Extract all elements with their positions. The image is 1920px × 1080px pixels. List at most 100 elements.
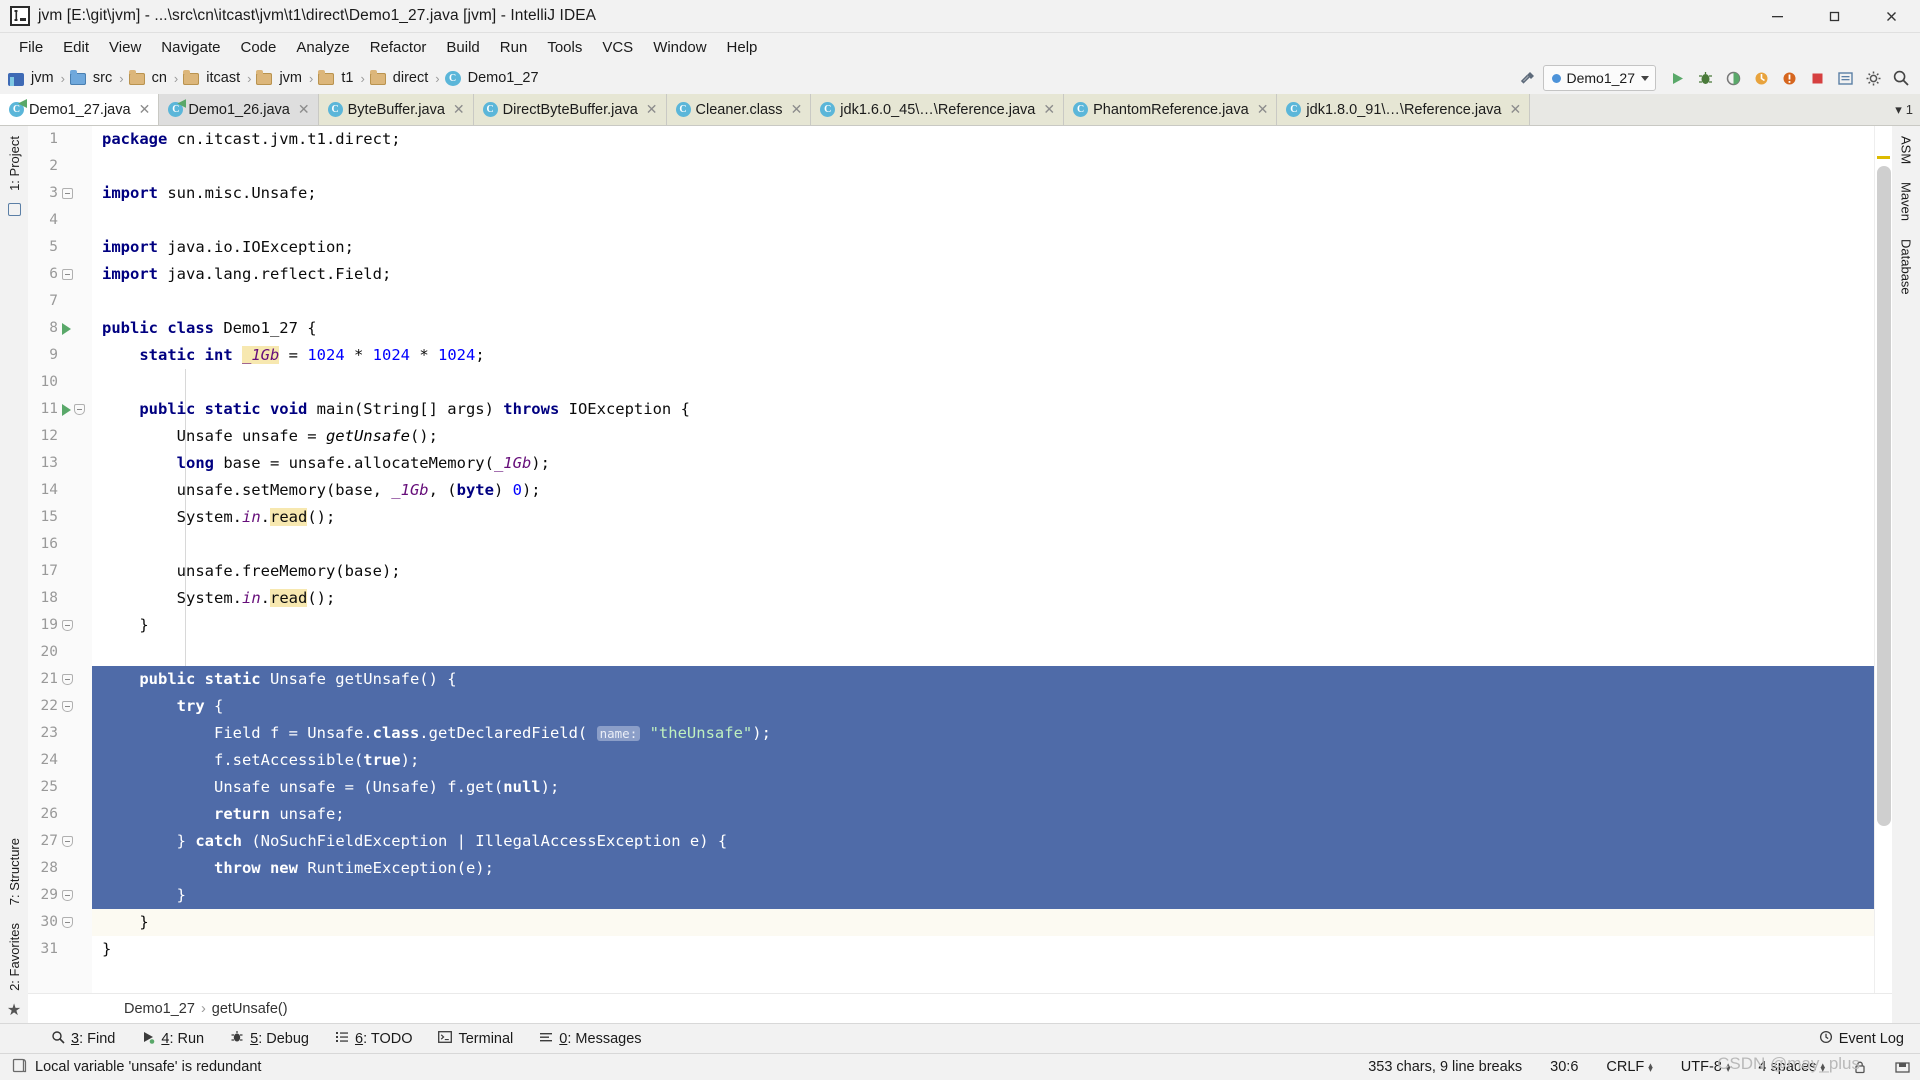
editor-tab-demo1-27[interactable]: C Demo1_27.java ✕ (0, 94, 160, 125)
status-lock-icon[interactable] (1843, 1060, 1877, 1074)
fold-icon[interactable] (62, 701, 73, 712)
breadcrumb-item-jvm[interactable]: jvm (8, 70, 56, 86)
menu-code[interactable]: Code (230, 36, 286, 59)
run-class-icon[interactable] (62, 322, 71, 335)
debug-button[interactable] (1692, 65, 1718, 91)
breadcrumb-class[interactable]: Demo1_27 (124, 1001, 195, 1017)
sidebar-item-structure[interactable]: 7: Structure (4, 832, 25, 911)
code-text-area[interactable]: package cn.itcast.jvm.t1.direct; import … (92, 126, 1874, 993)
breadcrumb-item-src[interactable]: src (69, 70, 114, 86)
menu-refactor[interactable]: Refactor (360, 36, 437, 59)
menu-help[interactable]: Help (717, 36, 768, 59)
run-button[interactable] (1664, 65, 1690, 91)
close-icon[interactable]: ✕ (1043, 101, 1055, 118)
tool-button-debug[interactable]: 5: Debug (217, 1027, 322, 1051)
gutter-row (60, 936, 90, 963)
breadcrumb-label: jvm (31, 70, 54, 86)
sidebar-item-project[interactable]: 1: Project (4, 130, 25, 197)
structure-square-icon[interactable] (7, 202, 21, 216)
editor-tab-cleaner[interactable]: C Cleaner.class ✕ (666, 94, 812, 125)
status-encoding[interactable]: UTF-8 ▴ ▾ (1671, 1059, 1741, 1075)
breadcrumb-item-direct[interactable]: direct (369, 70, 430, 86)
updown-arrow-icon: ▴ ▾ (1725, 1060, 1731, 1074)
editor-tab-reference-jdk18[interactable]: C jdk1.8.0_91\…\Reference.java ✕ (1277, 94, 1531, 125)
sidebar-item-maven[interactable]: Maven (1896, 176, 1917, 227)
status-caret-position[interactable]: 30:6 (1540, 1059, 1588, 1075)
menu-analyze[interactable]: Analyze (286, 36, 359, 59)
settings-gear-icon[interactable] (1860, 65, 1886, 91)
menu-file[interactable]: File (9, 36, 53, 59)
java-file-icon: C (9, 102, 24, 117)
editor-tab-reference-jdk16[interactable]: C jdk1.6.0_45\…\Reference.java ✕ (811, 94, 1065, 125)
event-log-button[interactable]: Event Log (1819, 1030, 1920, 1048)
editor-tab-directbytebuffer[interactable]: C DirectByteBuffer.java ✕ (473, 94, 667, 125)
breadcrumb-item-t1[interactable]: t1 (318, 70, 355, 86)
fold-icon[interactable] (62, 890, 73, 901)
breadcrumb-method[interactable]: getUnsafe() (212, 1001, 288, 1017)
editor-gutter[interactable]: 1 2 3 4 5 6 7 8 9 10 11 12 13 14 15 16 1… (28, 126, 92, 993)
fold-icon[interactable] (62, 836, 73, 847)
menu-tools[interactable]: Tools (537, 36, 592, 59)
close-button[interactable] (1863, 0, 1920, 33)
close-icon[interactable]: ✕ (791, 101, 803, 118)
minimize-button[interactable] (1749, 0, 1806, 33)
menu-run[interactable]: Run (490, 36, 538, 59)
breadcrumb-item-cn[interactable]: cn (128, 70, 169, 86)
run-configuration-selector[interactable]: Demo1_27 (1542, 65, 1656, 91)
close-icon[interactable]: ✕ (298, 101, 310, 118)
tool-button-terminal[interactable]: Terminal (425, 1027, 526, 1051)
fold-icon[interactable] (74, 404, 85, 415)
maximize-button[interactable] (1806, 0, 1863, 33)
status-vcs-icon[interactable] (1885, 1060, 1920, 1074)
breadcrumb-item-itcast[interactable]: itcast (183, 70, 242, 86)
sidebar-item-favorites[interactable]: 2: Favorites (4, 917, 25, 997)
profile-button[interactable] (1748, 65, 1774, 91)
menu-vcs[interactable]: VCS (592, 36, 643, 59)
sidebar-item-asm[interactable]: ASM (1896, 130, 1917, 170)
close-icon[interactable]: ✕ (139, 101, 151, 118)
editor-tab-phantomreference[interactable]: C PhantomReference.java ✕ (1064, 94, 1278, 125)
breadcrumb-item-class[interactable]: C Demo1_27 (444, 70, 541, 86)
editor-tab-bytebuffer[interactable]: C ByteBuffer.java ✕ (318, 94, 474, 125)
close-icon[interactable]: ✕ (1510, 101, 1522, 118)
fold-icon[interactable] (62, 674, 73, 685)
status-line-separator[interactable]: CRLF ▴ ▾ (1596, 1059, 1662, 1075)
editor-marker-bar[interactable] (1874, 126, 1892, 993)
star-icon[interactable]: ★ (7, 1003, 21, 1019)
sidebar-item-database[interactable]: Database (1896, 233, 1917, 301)
code-line: try { (92, 693, 1874, 720)
tool-button-todo[interactable]: 6: TODO (322, 1027, 426, 1051)
menu-window[interactable]: Window (643, 36, 716, 59)
warning-marker[interactable] (1877, 156, 1890, 159)
tool-button-find[interactable]: 3: Find (38, 1027, 128, 1051)
editor-scrollbar-thumb[interactable] (1877, 166, 1891, 826)
fold-icon[interactable] (62, 620, 73, 631)
menu-view[interactable]: View (99, 36, 151, 59)
menu-navigate[interactable]: Navigate (151, 36, 230, 59)
run-with-coverage-button[interactable] (1720, 65, 1746, 91)
build-hammer-icon[interactable] (1515, 65, 1541, 91)
code-line: System.in.read(); (102, 589, 336, 607)
fold-icon[interactable] (62, 917, 73, 928)
tabs-overflow-button[interactable]: ▾ 1 (1888, 94, 1920, 125)
fold-icon[interactable] (62, 269, 73, 280)
stop-button[interactable] (1804, 65, 1830, 91)
menu-build[interactable]: Build (436, 36, 489, 59)
breadcrumb-item-jvm2[interactable]: jvm (256, 70, 304, 86)
attach-debugger-button[interactable] (1776, 65, 1802, 91)
fold-icon[interactable] (62, 188, 73, 199)
editor-tab-demo1-26[interactable]: C Demo1_26.java ✕ (159, 94, 319, 125)
update-project-icon[interactable] (1832, 65, 1858, 91)
status-char-count: 353 chars, 9 line breaks (1368, 1059, 1523, 1075)
tool-button-run[interactable]: 4: Run (128, 1027, 217, 1051)
run-method-icon[interactable] (62, 403, 71, 416)
code-editor[interactable]: 1 2 3 4 5 6 7 8 9 10 11 12 13 14 15 16 1… (28, 126, 1892, 993)
close-icon[interactable]: ✕ (1257, 101, 1269, 118)
close-icon[interactable]: ✕ (646, 101, 658, 118)
close-icon[interactable]: ✕ (453, 101, 465, 118)
status-indent[interactable]: 4 spaces ▴ ▾ (1748, 1059, 1835, 1075)
tool-button-messages[interactable]: 0: Messages (526, 1027, 654, 1051)
search-everywhere-icon[interactable] (1888, 65, 1914, 91)
menu-edit[interactable]: Edit (53, 36, 99, 59)
